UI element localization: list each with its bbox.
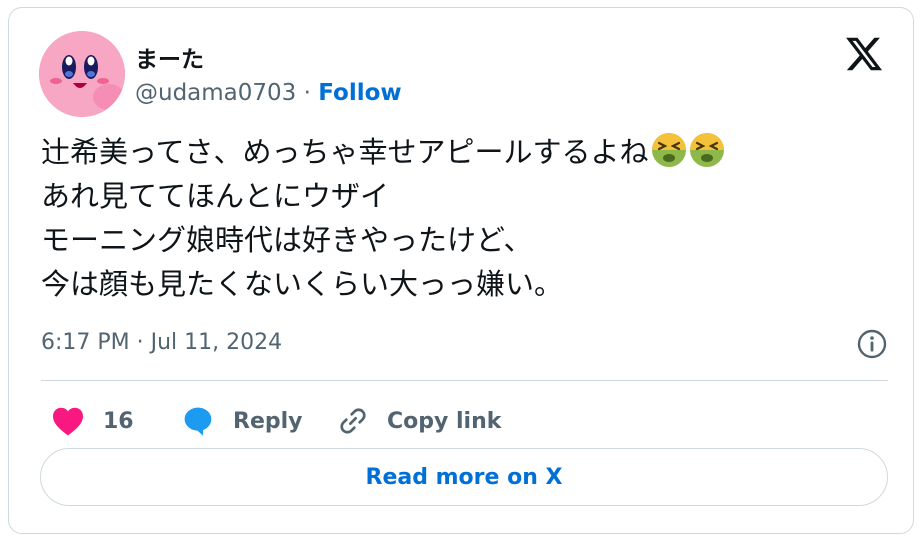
tweet-text: 辻希美ってさ、めっちゃ幸せアピールするよね あれ見ててほんとにウザイ モーニング…: [41, 130, 891, 306]
tweet-line: 辻希美ってさ、めっちゃ幸せアピールするよね: [41, 130, 891, 174]
kirby-avatar[interactable]: [39, 31, 125, 117]
handle-separator: ·: [303, 80, 311, 106]
reply-button[interactable]: Reply: [181, 396, 303, 446]
like-button[interactable]: 16: [51, 396, 134, 446]
author-display-name[interactable]: まーた: [135, 40, 204, 74]
heart-icon: [53, 407, 83, 436]
tweet-line-text: 辻希美ってさ、めっちゃ幸せアピールするよね: [41, 135, 649, 169]
read-more-button[interactable]: Read more on X: [40, 448, 888, 506]
copy-link-button[interactable]: Copy link: [337, 396, 501, 446]
tweet-timestamp[interactable]: 6:17 PM · Jul 11, 2024: [41, 330, 282, 355]
author-handle-row: @udama0703 · Follow: [135, 80, 402, 106]
speech-bubble-icon: [184, 407, 212, 436]
link-icon: [340, 408, 366, 434]
like-count: 16: [103, 408, 134, 434]
info-icon[interactable]: [856, 328, 888, 360]
tweet-line: 今は顔も見たくないくらい大っっ嫌い。: [41, 267, 564, 301]
x-logo-icon[interactable]: [844, 34, 884, 74]
follow-button[interactable]: Follow: [318, 80, 401, 106]
divider: [41, 380, 888, 381]
kirby-avatar-art: [39, 31, 125, 117]
tweet-line: モーニング娘時代は好きやったけど、: [41, 223, 533, 257]
nauseated-face-icon: [651, 133, 686, 167]
copy-link-label: Copy link: [387, 408, 502, 434]
tweet-actions: 16 Reply Copy link: [41, 396, 891, 446]
tweet-line: あれ見ててほんとにウザイ: [41, 179, 390, 213]
tweet-embed-card: まーた @udama0703 · Follow 辻希美ってさ、めっちゃ幸せアピー…: [8, 7, 914, 534]
author-handle[interactable]: @udama0703: [135, 80, 296, 106]
nauseated-face-icon: [689, 133, 724, 167]
reply-label: Reply: [233, 408, 303, 434]
